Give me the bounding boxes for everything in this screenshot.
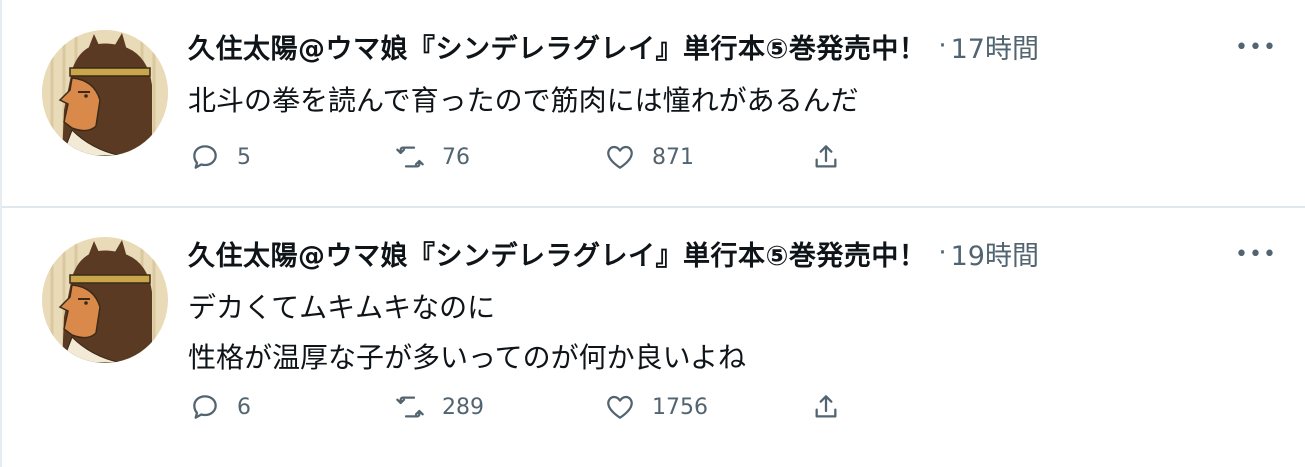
tweet-text-line: 性格が温厚な子が多いってのが何か良いよね xyxy=(188,341,747,374)
tweet[interactable]: 久住太陽@ウマ娘『シンデレラグレイ』単行本⑤巻発売中！ · 19時間 ••• デ… xyxy=(2,207,1305,467)
share-button[interactable] xyxy=(808,387,844,427)
reply-button[interactable]: 6 xyxy=(187,387,251,427)
retweet-icon xyxy=(392,389,428,425)
tweet[interactable]: 久住太陽@ウマ娘『シンデレラグレイ』単行本⑤巻発売中！ · 17時間 ••• 北… xyxy=(2,0,1305,208)
reply-icon xyxy=(187,389,223,425)
reply-button[interactable]: 5 xyxy=(187,137,251,177)
retweet-button[interactable]: 289 xyxy=(392,387,484,427)
tweet-feed: 久住太陽@ウマ娘『シンデレラグレイ』単行本⑤巻発売中！ · 17時間 ••• 北… xyxy=(0,0,1305,467)
share-button[interactable] xyxy=(808,137,844,177)
retweet-button[interactable]: 76 xyxy=(392,137,470,177)
tweet-actions: 5 76 871 xyxy=(2,137,1305,177)
like-button[interactable]: 1756 xyxy=(602,387,708,427)
tweet-text: 北斗の拳を読んで育ったので筋肉には憧れがあるんだ xyxy=(188,76,859,126)
tweet-text-line: デカくてムキムキなのに xyxy=(188,291,496,324)
display-name[interactable]: 久住太陽@ウマ娘『シンデレラグレイ』単行本⑤巻発売中！ xyxy=(188,234,926,273)
more-icon[interactable]: ••• xyxy=(1235,32,1276,62)
tweet-header: 久住太陽@ウマ娘『シンデレラグレイ』単行本⑤巻発売中！ · 19時間 xyxy=(188,233,1039,273)
tweet-text: デカくてムキムキなのに 性格が温厚な子が多いってのが何か良いよね xyxy=(188,283,746,383)
timestamp[interactable]: 19時間 xyxy=(951,234,1039,273)
more-icon[interactable]: ••• xyxy=(1235,239,1276,269)
separator-dot: · xyxy=(938,31,947,61)
timestamp[interactable]: 17時間 xyxy=(951,27,1039,66)
share-icon xyxy=(808,139,844,175)
display-name[interactable]: 久住太陽@ウマ娘『シンデレラグレイ』単行本⑤巻発売中！ xyxy=(188,27,926,66)
reply-count: 5 xyxy=(237,144,251,170)
tweet-text-line: 北斗の拳を読んで育ったので筋肉には憧れがあるんだ xyxy=(188,84,859,117)
reply-count: 6 xyxy=(237,394,251,420)
separator-dot: · xyxy=(938,238,947,268)
avatar[interactable] xyxy=(42,237,168,363)
reply-icon xyxy=(187,139,223,175)
like-count: 1756 xyxy=(652,394,708,420)
share-icon xyxy=(808,389,844,425)
tweet-actions: 6 289 1756 xyxy=(2,387,1305,427)
retweet-count: 289 xyxy=(442,394,484,420)
like-count: 871 xyxy=(652,144,694,170)
like-button[interactable]: 871 xyxy=(602,137,694,177)
tweet-header: 久住太陽@ウマ娘『シンデレラグレイ』単行本⑤巻発売中！ · 17時間 xyxy=(188,26,1039,66)
avatar-image xyxy=(42,237,168,363)
retweet-icon xyxy=(392,139,428,175)
heart-icon xyxy=(602,389,638,425)
retweet-count: 76 xyxy=(442,144,470,170)
heart-icon xyxy=(602,139,638,175)
